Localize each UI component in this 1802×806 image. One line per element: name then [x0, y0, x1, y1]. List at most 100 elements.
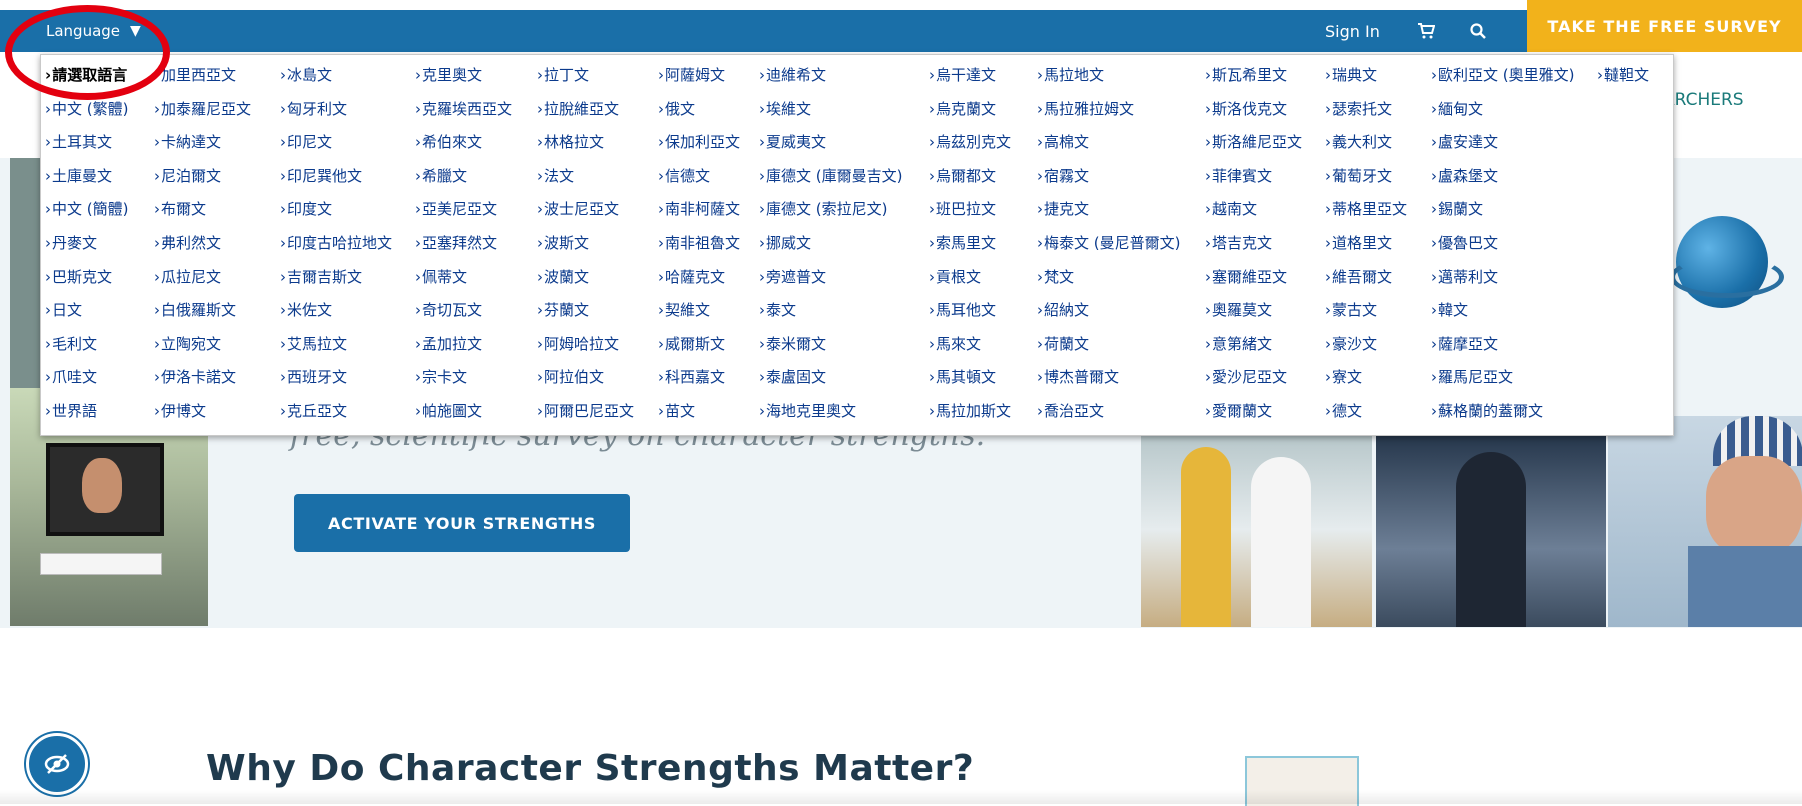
- language-option[interactable]: 威爾斯文: [658, 328, 740, 362]
- language-option[interactable]: 土耳其文: [45, 126, 128, 160]
- language-option[interactable]: 歐利亞文 (奧里雅文): [1431, 59, 1574, 93]
- language-option[interactable]: 帕施圖文: [415, 395, 512, 429]
- language-option[interactable]: 法文: [537, 160, 634, 194]
- language-option[interactable]: 韃靼文: [1597, 59, 1649, 93]
- language-option[interactable]: 高棉文: [1037, 126, 1180, 160]
- language-option[interactable]: 希伯來文: [415, 126, 512, 160]
- language-option[interactable]: 馬來文: [929, 328, 1011, 362]
- language-option[interactable]: 佩蒂文: [415, 261, 512, 295]
- language-option[interactable]: 庫德文 (庫爾曼吉文): [759, 160, 902, 194]
- language-option[interactable]: 宿霧文: [1037, 160, 1180, 194]
- language-option[interactable]: 瓜拉尼文: [154, 261, 251, 295]
- language-option[interactable]: 尼泊爾文: [154, 160, 251, 194]
- language-option[interactable]: 西班牙文: [280, 361, 392, 395]
- language-option[interactable]: 白俄羅斯文: [154, 294, 251, 328]
- language-option[interactable]: 塔吉克文: [1205, 227, 1302, 261]
- language-option[interactable]: 斯洛維尼亞文: [1205, 126, 1302, 160]
- language-option[interactable]: 奇切瓦文: [415, 294, 512, 328]
- language-option[interactable]: 波士尼亞文: [537, 193, 634, 227]
- language-option[interactable]: 匈牙利文: [280, 93, 392, 127]
- language-option[interactable]: 紹納文: [1037, 294, 1180, 328]
- language-option[interactable]: 埃維文: [759, 93, 902, 127]
- language-option[interactable]: 瑟索托文: [1325, 93, 1407, 127]
- language-option[interactable]: 優魯巴文: [1431, 227, 1574, 261]
- language-option[interactable]: 希臘文: [415, 160, 512, 194]
- language-option[interactable]: 馬拉加斯文: [929, 395, 1011, 429]
- language-option[interactable]: 世界語: [45, 395, 128, 429]
- language-option[interactable]: 布爾文: [154, 193, 251, 227]
- cart-icon[interactable]: [1417, 10, 1435, 52]
- language-option[interactable]: 中文 (繁體): [45, 93, 128, 127]
- language-option[interactable]: 芬蘭文: [537, 294, 634, 328]
- language-option[interactable]: 加里西亞文: [154, 59, 251, 93]
- language-option[interactable]: 韓文: [1431, 294, 1574, 328]
- language-option[interactable]: 艾馬拉文: [280, 328, 392, 362]
- language-option[interactable]: 苗文: [658, 395, 740, 429]
- language-option[interactable]: 烏爾都文: [929, 160, 1011, 194]
- language-option[interactable]: 荷蘭文: [1037, 328, 1180, 362]
- language-option[interactable]: 挪威文: [759, 227, 902, 261]
- language-option[interactable]: 薩摩亞文: [1431, 328, 1574, 362]
- language-option[interactable]: 烏干達文: [929, 59, 1011, 93]
- language-option[interactable]: 中文 (簡體): [45, 193, 128, 227]
- language-option[interactable]: 旁遮普文: [759, 261, 902, 295]
- language-option[interactable]: 立陶宛文: [154, 328, 251, 362]
- language-option[interactable]: 羅馬尼亞文: [1431, 361, 1574, 395]
- language-option[interactable]: 丹麥文: [45, 227, 128, 261]
- language-option[interactable]: 庫德文 (索拉尼文): [759, 193, 902, 227]
- language-option[interactable]: 阿爾巴尼亞文: [537, 395, 634, 429]
- language-option[interactable]: 維吾爾文: [1325, 261, 1407, 295]
- language-option[interactable]: 烏克蘭文: [929, 93, 1011, 127]
- language-option[interactable]: 蒙古文: [1325, 294, 1407, 328]
- language-option[interactable]: 冰島文: [280, 59, 392, 93]
- language-option[interactable]: 愛爾蘭文: [1205, 395, 1302, 429]
- language-option[interactable]: 拉脫維亞文: [537, 93, 634, 127]
- language-option[interactable]: 蘇格蘭的蓋爾文: [1431, 395, 1574, 429]
- language-option[interactable]: 泰盧固文: [759, 361, 902, 395]
- language-option[interactable]: 伊洛卡諾文: [154, 361, 251, 395]
- language-option[interactable]: 斯洛伐克文: [1205, 93, 1302, 127]
- language-option[interactable]: 瑞典文: [1325, 59, 1407, 93]
- language-option[interactable]: 吉爾吉斯文: [280, 261, 392, 295]
- language-option[interactable]: 俄文: [658, 93, 740, 127]
- language-option[interactable]: 盧安達文: [1431, 126, 1574, 160]
- language-option[interactable]: 夏威夷文: [759, 126, 902, 160]
- language-option[interactable]: 迪維希文: [759, 59, 902, 93]
- take-survey-button[interactable]: TAKE THE FREE SURVEY: [1527, 0, 1802, 52]
- language-option[interactable]: 錫蘭文: [1431, 193, 1574, 227]
- language-option[interactable]: 馬耳他文: [929, 294, 1011, 328]
- activate-strengths-button[interactable]: ACTIVATE YOUR STRENGTHS: [294, 494, 630, 552]
- language-option[interactable]: 宗卡文: [415, 361, 512, 395]
- language-option[interactable]: 索馬里文: [929, 227, 1011, 261]
- language-option[interactable]: 菲律賓文: [1205, 160, 1302, 194]
- language-option[interactable]: 印度古哈拉地文: [280, 227, 392, 261]
- language-option[interactable]: 印尼巽他文: [280, 160, 392, 194]
- language-option[interactable]: 捷克文: [1037, 193, 1180, 227]
- language-option[interactable]: 馬拉地文: [1037, 59, 1180, 93]
- language-option[interactable]: 契維文: [658, 294, 740, 328]
- language-option[interactable]: 盧森堡文: [1431, 160, 1574, 194]
- accessibility-toggle-button[interactable]: [26, 733, 88, 795]
- language-option[interactable]: 印度文: [280, 193, 392, 227]
- language-option[interactable]: 日文: [45, 294, 128, 328]
- language-option[interactable]: 林格拉文: [537, 126, 634, 160]
- language-option[interactable]: 邁蒂利文: [1431, 261, 1574, 295]
- language-option[interactable]: 伊博文: [154, 395, 251, 429]
- language-option[interactable]: 印尼文: [280, 126, 392, 160]
- language-option[interactable]: 阿姆哈拉文: [537, 328, 634, 362]
- language-option[interactable]: 緬甸文: [1431, 93, 1574, 127]
- language-option[interactable]: 巴斯克文: [45, 261, 128, 295]
- language-option[interactable]: 亞美尼亞文: [415, 193, 512, 227]
- language-option[interactable]: 亞塞拜然文: [415, 227, 512, 261]
- language-option[interactable]: 愛沙尼亞文: [1205, 361, 1302, 395]
- language-option[interactable]: 孟加拉文: [415, 328, 512, 362]
- language-option[interactable]: 斯瓦希里文: [1205, 59, 1302, 93]
- language-option[interactable]: 貢根文: [929, 261, 1011, 295]
- language-option[interactable]: 信德文: [658, 160, 740, 194]
- language-option[interactable]: 南非柯薩文: [658, 193, 740, 227]
- language-option[interactable]: 阿拉伯文: [537, 361, 634, 395]
- language-option[interactable]: 蒂格里亞文: [1325, 193, 1407, 227]
- language-option[interactable]: 波斯文: [537, 227, 634, 261]
- language-option[interactable]: 喬治亞文: [1037, 395, 1180, 429]
- language-option[interactable]: 海地克里奧文: [759, 395, 902, 429]
